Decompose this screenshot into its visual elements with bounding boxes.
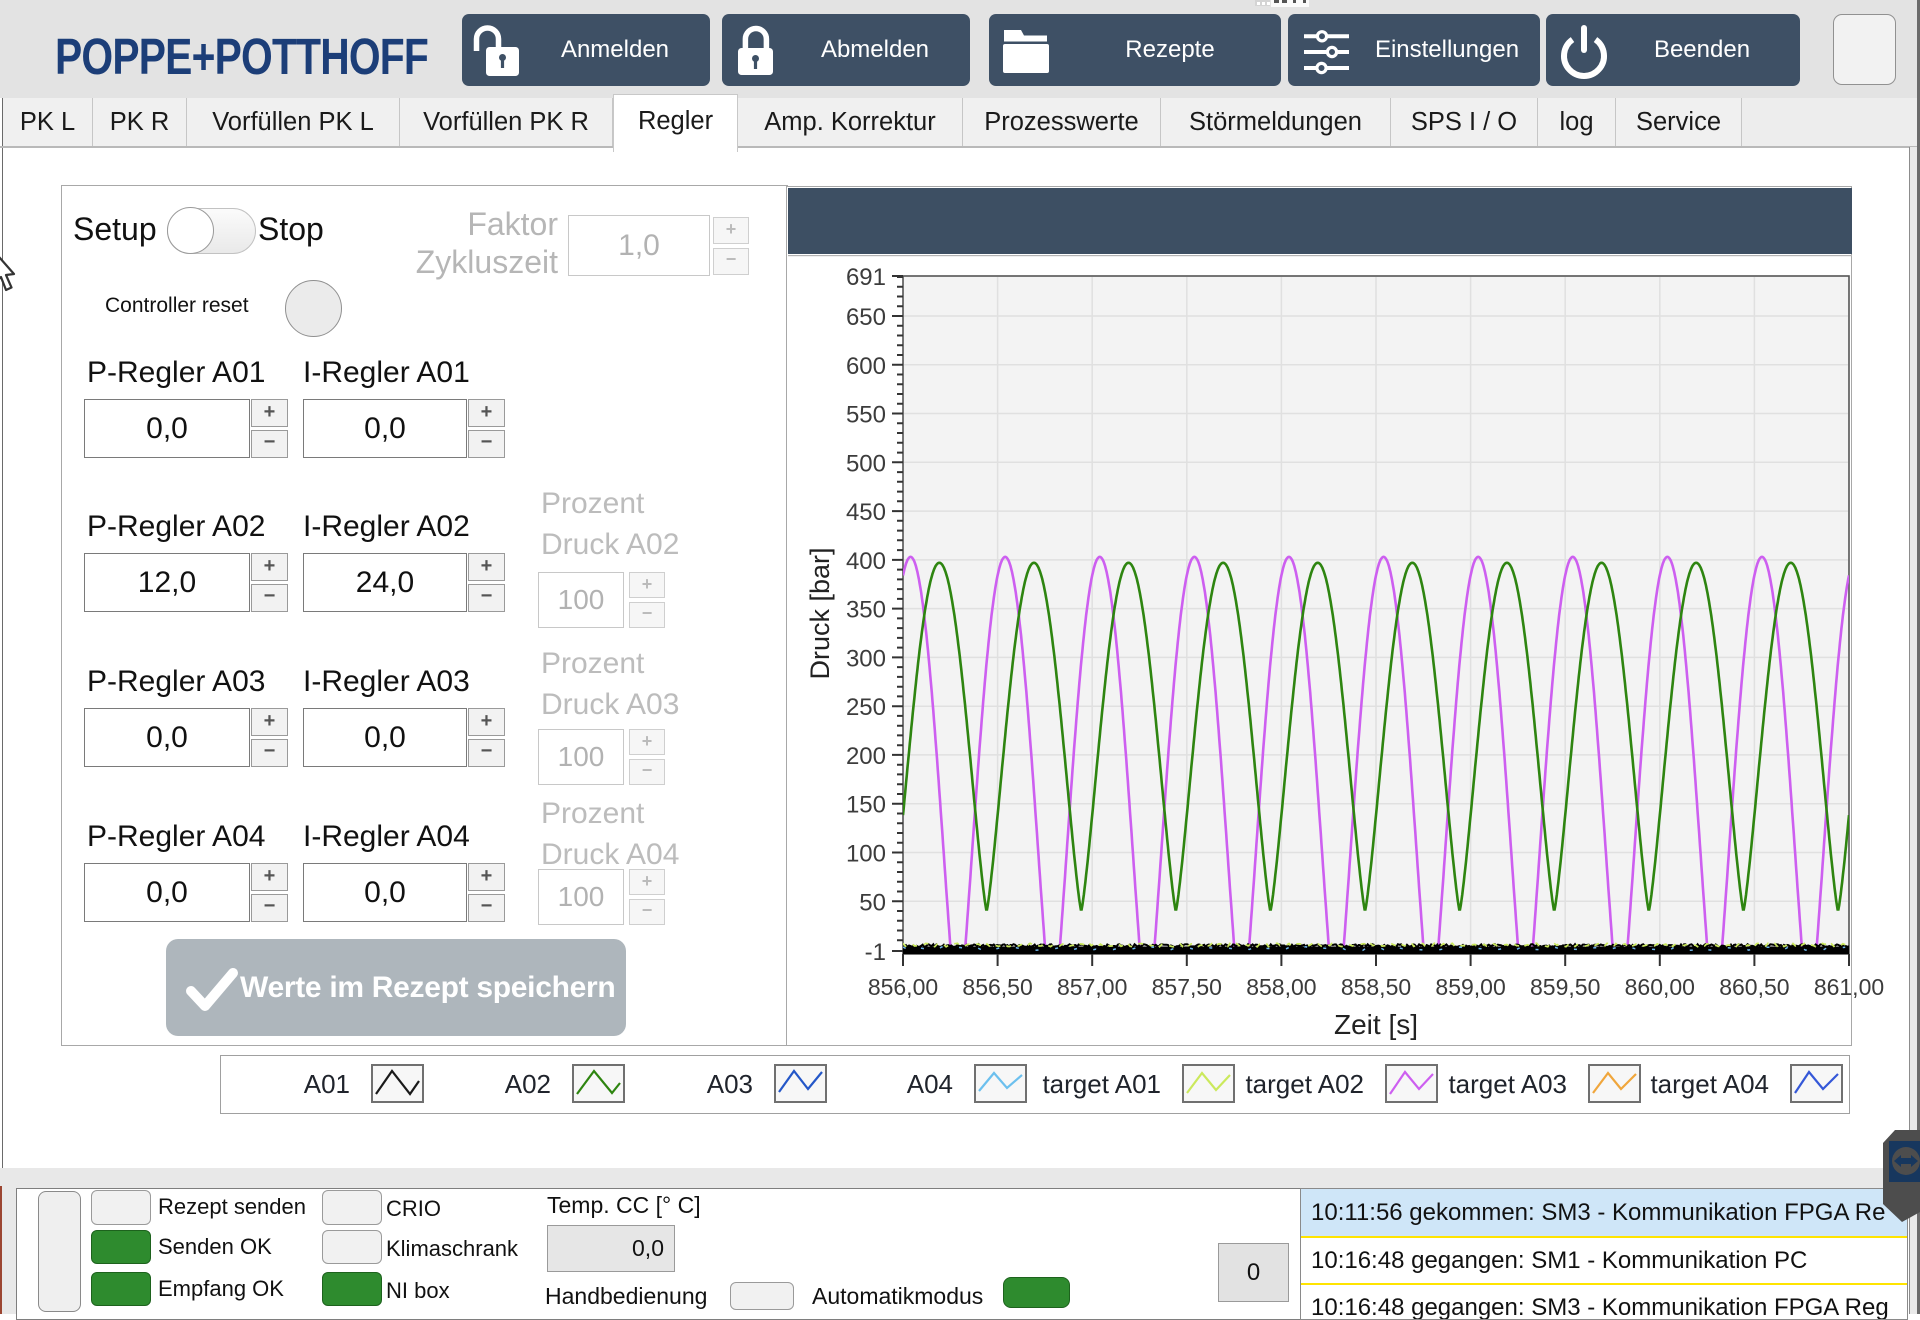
svg-text:858,00: 858,00	[1246, 974, 1316, 1000]
svg-text:856,00: 856,00	[868, 974, 938, 1000]
svg-text:300: 300	[846, 645, 886, 672]
svg-text:100: 100	[846, 841, 886, 868]
svg-text:860,00: 860,00	[1625, 974, 1695, 1000]
svg-text:550: 550	[846, 402, 886, 429]
svg-text:Zeit [s]: Zeit [s]	[1334, 1009, 1418, 1040]
svg-text:856,50: 856,50	[962, 974, 1032, 1000]
svg-text:200: 200	[846, 743, 886, 770]
svg-text:250: 250	[846, 694, 886, 721]
svg-text:50: 50	[859, 889, 886, 916]
svg-text:861,00: 861,00	[1814, 974, 1884, 1000]
svg-text:600: 600	[846, 353, 886, 380]
svg-text:400: 400	[846, 548, 886, 575]
svg-text:650: 650	[846, 304, 886, 331]
svg-text:860,50: 860,50	[1719, 974, 1789, 1000]
svg-text:859,00: 859,00	[1435, 974, 1505, 1000]
svg-text:450: 450	[846, 499, 886, 526]
svg-text:Druck [bar]: Druck [bar]	[805, 547, 835, 679]
svg-text:857,00: 857,00	[1057, 974, 1127, 1000]
svg-text:859,50: 859,50	[1530, 974, 1600, 1000]
svg-text:-1: -1	[865, 939, 886, 966]
svg-text:150: 150	[846, 792, 886, 819]
svg-text:858,50: 858,50	[1341, 974, 1411, 1000]
svg-text:691: 691	[846, 264, 886, 291]
svg-text:857,50: 857,50	[1152, 974, 1222, 1000]
svg-text:350: 350	[846, 597, 886, 624]
svg-text:500: 500	[846, 450, 886, 477]
